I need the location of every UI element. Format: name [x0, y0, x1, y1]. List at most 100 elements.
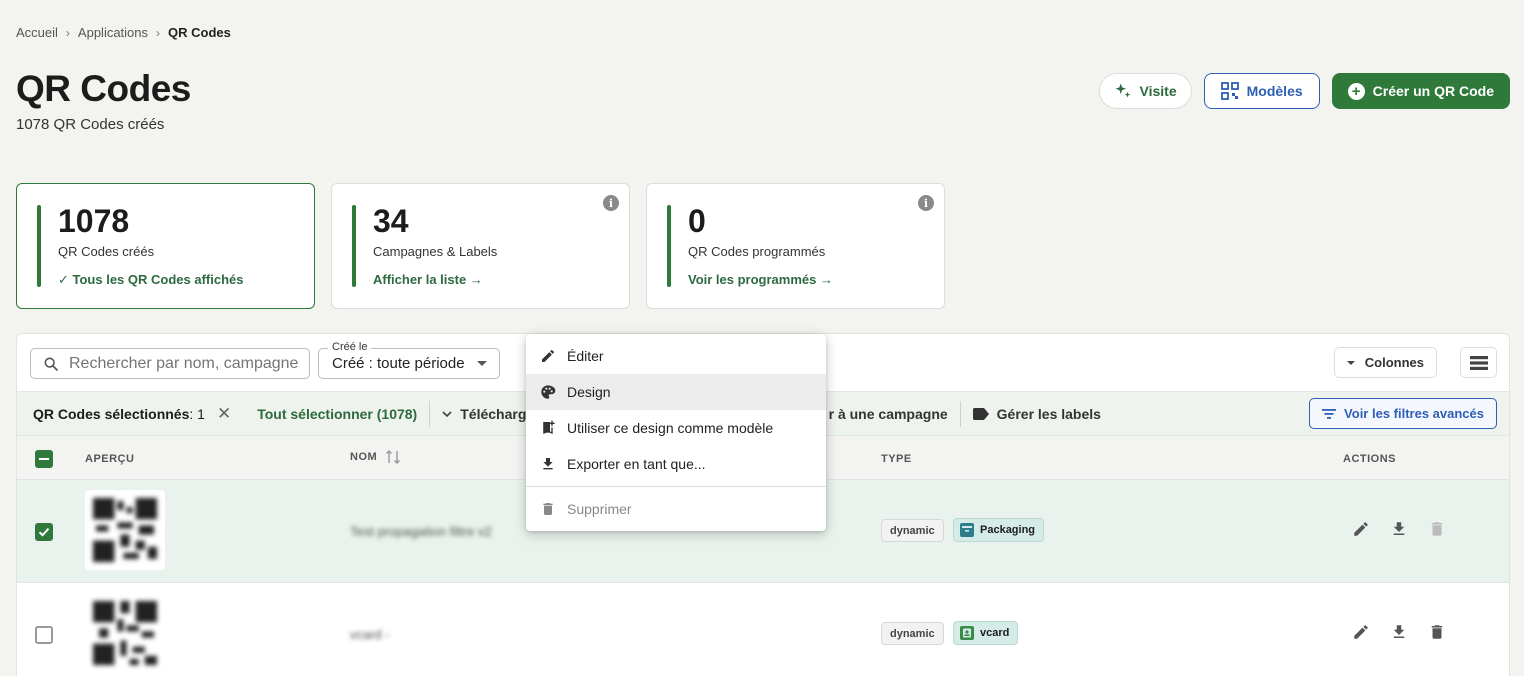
menu-item-label: Design [567, 384, 611, 400]
page-actions: Visite Modèles + Créer un QR Code [1098, 73, 1510, 109]
plus-circle-icon: + [1347, 82, 1365, 100]
download-context-menu: Éditer Design Utiliser ce design comme m… [526, 334, 826, 531]
menu-item-use-as-template[interactable]: Utiliser ce design comme modèle [526, 410, 826, 446]
stat-card-scheduled[interactable]: i 0 QR Codes programmés Voir les program… [646, 183, 945, 309]
type-badge: dynamic [881, 519, 944, 542]
divider [959, 400, 961, 427]
qr-grid-icon [1220, 82, 1239, 100]
archive-box-icon [960, 523, 974, 537]
stat-value: 34 [373, 203, 409, 239]
download-icon[interactable] [1390, 520, 1408, 538]
qr-preview[interactable] [85, 490, 165, 570]
menu-item-label: Utiliser ce design comme modèle [567, 420, 774, 436]
stat-card-campaigns[interactable]: i 34 Campagnes & Labels Afficher la list… [331, 183, 630, 309]
stat-accent-bar [667, 205, 671, 287]
created-date-select[interactable]: Créé le Créé : toute période [318, 341, 500, 379]
manage-labels-button[interactable]: Gérer les labels [972, 405, 1101, 422]
stat-link[interactable]: Voir les programmés → [688, 272, 833, 287]
row-name[interactable]: vcard - [350, 627, 390, 642]
select-all-checkbox[interactable] [35, 450, 53, 468]
column-type: TYPE [881, 453, 912, 465]
label-badge[interactable]: Packaging [953, 518, 1045, 542]
trash-icon[interactable] [1428, 623, 1446, 641]
breadcrumb-current: QR Codes [168, 25, 231, 40]
stat-label: QR Codes programmés [688, 244, 826, 259]
stat-label: Campagnes & Labels [373, 244, 498, 259]
selected-count-value: : 1 [189, 405, 205, 422]
stat-link[interactable]: Afficher la liste → [373, 272, 483, 287]
type-badge: dynamic [881, 622, 944, 645]
row-name[interactable]: Test propagation filtre v2 [350, 524, 492, 539]
edit-pencil-icon[interactable] [1352, 520, 1370, 538]
add-campaign-label: r à une campagne [828, 405, 948, 422]
list-view-button[interactable] [1460, 347, 1497, 378]
menu-item-edit[interactable]: Éditer [526, 338, 826, 374]
chevron-right-icon: › [65, 25, 70, 40]
manage-labels-label: Gérer les labels [996, 405, 1101, 422]
advanced-filters-button[interactable]: Voir les filtres avancés [1309, 398, 1497, 429]
advanced-filters-label: Voir les filtres avancés [1344, 406, 1484, 421]
create-qr-button[interactable]: + Créer un QR Code [1331, 73, 1510, 109]
indeterminate-icon [39, 458, 49, 461]
row-actions [1352, 520, 1446, 538]
breadcrumb-applications[interactable]: Applications [78, 25, 148, 40]
breadcrumb: Accueil › Applications › QR Codes [16, 25, 231, 40]
visit-button[interactable]: Visite [1098, 73, 1192, 109]
label-badge-text: vcard [980, 627, 1010, 639]
download-dropdown[interactable]: Télécharger [442, 406, 540, 422]
column-preview: APERÇU [85, 453, 135, 465]
chevron-down-icon [442, 410, 452, 417]
check-icon [38, 528, 50, 537]
selected-count-label: QR Codes sélectionnés [33, 405, 190, 422]
qr-preview[interactable] [85, 593, 165, 673]
info-icon[interactable]: i [603, 195, 619, 211]
columns-button[interactable]: Colonnes [1333, 347, 1437, 378]
page-subtitle: 1078 QR Codes créés [16, 116, 165, 133]
download-icon[interactable] [1390, 623, 1408, 641]
create-qr-label: Créer un QR Code [1372, 83, 1494, 99]
stat-label: QR Codes créés [58, 244, 155, 259]
column-actions: ACTIONS [1343, 453, 1396, 465]
menu-item-design[interactable]: Design [526, 374, 826, 410]
sparkle-icon [1115, 83, 1130, 98]
trash-icon[interactable] [1428, 520, 1446, 538]
stat-value: 0 [688, 203, 706, 239]
divider [429, 400, 431, 427]
row-checkbox[interactable] [35, 523, 53, 541]
caret-down-icon [477, 361, 487, 366]
sort-arrows-icon[interactable] [385, 449, 401, 465]
row-checkbox[interactable] [35, 626, 53, 644]
menu-item-label: Exporter en tant que... [567, 456, 706, 472]
caret-down-icon [1346, 360, 1355, 365]
column-name[interactable]: NOM [350, 449, 401, 465]
page-title: QR Codes [16, 68, 191, 109]
table-row[interactable]: vcard - dynamic vcard [17, 583, 1509, 676]
add-to-campaign-button[interactable]: r à une campagne [829, 406, 948, 422]
info-icon[interactable]: i [918, 195, 934, 211]
stat-accent-bar [37, 205, 41, 287]
breadcrumb-home[interactable]: Accueil [16, 25, 58, 40]
list-view-icon [1469, 355, 1488, 370]
menu-divider [526, 486, 826, 487]
qr-code-image [93, 601, 157, 665]
search-field[interactable] [30, 348, 310, 379]
select-all-link[interactable]: Tout sélectionner (1078) [257, 406, 417, 422]
chevron-right-icon: › [156, 25, 161, 40]
created-date-label: Créé le [328, 341, 372, 353]
search-icon [44, 357, 58, 371]
stat-accent-bar [352, 205, 356, 287]
contact-card-icon [960, 626, 974, 640]
stat-card-created[interactable]: 1078 QR Codes créés ✓ Tous les QR Codes … [16, 183, 315, 309]
templates-button[interactable]: Modèles [1203, 73, 1320, 109]
selected-count: QR Codes sélectionnés: 1 [33, 406, 205, 422]
filter-lines-icon [1322, 408, 1337, 419]
label-badge[interactable]: vcard [953, 621, 1019, 645]
trash-icon [540, 501, 556, 517]
search-input[interactable] [69, 354, 299, 373]
menu-item-label: Supprimer [567, 501, 632, 517]
edit-pencil-icon[interactable] [1352, 623, 1370, 641]
menu-item-export[interactable]: Exporter en tant que... [526, 446, 826, 482]
menu-item-delete: Supprimer [526, 491, 826, 527]
clear-selection-icon[interactable]: ✕ [217, 404, 231, 424]
stat-link[interactable]: ✓ Tous les QR Codes affichés [58, 272, 243, 288]
